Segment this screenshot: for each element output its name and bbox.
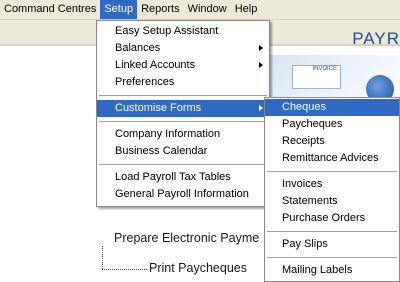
menu-divider bbox=[99, 164, 267, 165]
menu-item-label: Cheques bbox=[282, 101, 327, 113]
menu-item-remittance-advices[interactable]: Remittance Advices bbox=[265, 150, 399, 167]
submenu-arrow-icon bbox=[259, 105, 263, 111]
flow-connector-horizontal bbox=[102, 269, 147, 270]
menu-item-label: Mailing Labels bbox=[282, 264, 353, 276]
menu-bar: Command Centres Setup Reports Window Hel… bbox=[0, 0, 400, 20]
menu-divider bbox=[267, 171, 397, 172]
setup-menu: Easy Setup Assistant Balances Linked Acc… bbox=[96, 20, 270, 207]
menu-item-paycheques[interactable]: Paycheques bbox=[265, 116, 399, 133]
menu-item-label: Preferences bbox=[115, 76, 175, 88]
menu-item-label: Paycheques bbox=[282, 118, 343, 130]
menu-item-company-information[interactable]: Company Information bbox=[97, 126, 269, 143]
menu-item-label: Customise Forms bbox=[115, 102, 202, 114]
menu-item-label: Linked Accounts bbox=[115, 59, 196, 71]
menu-item-easy-setup-assistant[interactable]: Easy Setup Assistant bbox=[97, 23, 269, 40]
menu-item-label: Remittance Advices bbox=[282, 152, 379, 164]
menu-item-label: Balances bbox=[115, 42, 161, 54]
menu-item-load-payroll-tax-tables[interactable]: Load Payroll Tax Tables bbox=[97, 169, 269, 186]
menu-item-label: Receipts bbox=[282, 135, 325, 147]
menu-item-business-calendar[interactable]: Business Calendar bbox=[97, 143, 269, 160]
menu-item-linked-accounts[interactable]: Linked Accounts bbox=[97, 57, 269, 74]
menu-item-general-payroll-information[interactable]: General Payroll Information bbox=[97, 186, 269, 203]
menu-reports[interactable]: Reports bbox=[137, 0, 184, 19]
menu-item-pay-slips[interactable]: Pay Slips bbox=[265, 236, 399, 253]
menu-item-label: Statements bbox=[282, 195, 338, 207]
menu-item-label: Easy Setup Assistant bbox=[115, 25, 219, 37]
invoice-document-graphic: INVOICE bbox=[292, 65, 341, 89]
menu-item-label: Load Payroll Tax Tables bbox=[115, 171, 231, 183]
menu-item-label: Business Calendar bbox=[115, 145, 208, 157]
menu-item-invoices[interactable]: Invoices bbox=[265, 176, 399, 193]
menu-item-receipts[interactable]: Receipts bbox=[265, 133, 399, 150]
menu-window[interactable]: Window bbox=[184, 0, 231, 19]
menu-item-cheques[interactable]: Cheques bbox=[265, 99, 399, 116]
menu-item-statements[interactable]: Statements bbox=[265, 193, 399, 210]
menu-item-preferences[interactable]: Preferences bbox=[97, 74, 269, 91]
menu-divider bbox=[267, 231, 397, 232]
menu-item-label: Pay Slips bbox=[282, 238, 328, 250]
flow-connector-vertical bbox=[102, 246, 103, 269]
menu-item-balances[interactable]: Balances bbox=[97, 40, 269, 57]
submenu-arrow-icon bbox=[259, 45, 263, 51]
customise-forms-submenu: Cheques Paycheques Receipts Remittance A… bbox=[264, 97, 400, 282]
menu-item-purchase-orders[interactable]: Purchase Orders bbox=[265, 210, 399, 227]
print-paycheques-link[interactable]: Print Paycheques bbox=[149, 261, 247, 275]
submenu-arrow-icon bbox=[259, 62, 263, 68]
menu-item-label: Purchase Orders bbox=[282, 212, 366, 224]
menu-item-mailing-labels[interactable]: Mailing Labels bbox=[265, 262, 399, 279]
menu-command-centres[interactable]: Command Centres bbox=[0, 0, 100, 19]
menu-setup[interactable]: Setup bbox=[100, 0, 138, 19]
menu-item-label: Company Information bbox=[115, 128, 221, 140]
prepare-electronic-payments-link[interactable]: Prepare Electronic Payme bbox=[114, 231, 259, 245]
menu-divider bbox=[99, 95, 267, 96]
menu-divider bbox=[267, 257, 397, 258]
menu-item-customise-forms[interactable]: Customise Forms bbox=[97, 100, 269, 117]
menu-help[interactable]: Help bbox=[231, 0, 262, 19]
menu-divider bbox=[99, 121, 267, 122]
menu-item-label: General Payroll Information bbox=[115, 188, 249, 200]
brand-title: PAYR bbox=[352, 29, 400, 48]
menu-item-label: Invoices bbox=[282, 178, 323, 190]
